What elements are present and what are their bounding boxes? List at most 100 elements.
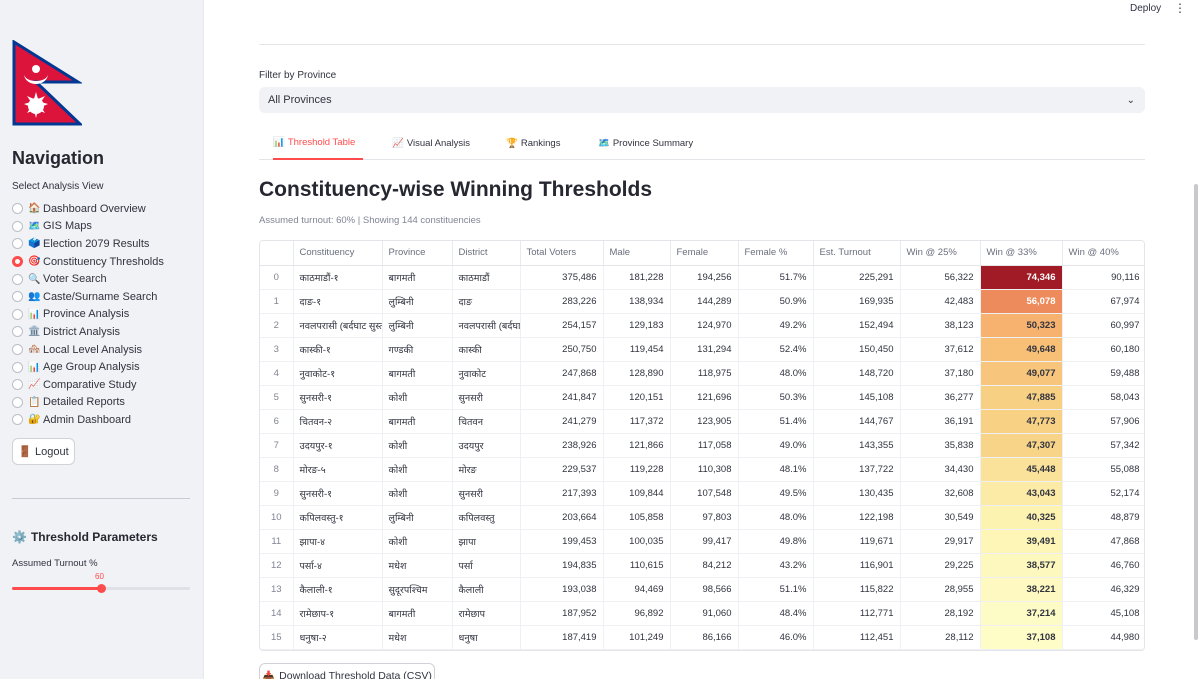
column-header[interactable]: Total Voters (520, 241, 604, 266)
sidebar-item-label: Constituency Thresholds (43, 255, 164, 268)
column-header[interactable] (260, 241, 294, 266)
sidebar-item-age-group-analysis[interactable]: 📊 Age Group Analysis (12, 358, 164, 376)
sidebar-item-label: Election 2079 Results (43, 237, 150, 250)
turnout-slider-thumb[interactable] (97, 584, 106, 593)
sidebar-item-voter-search[interactable]: 🔍 Voter Search (12, 270, 164, 288)
sidebar-item-label: Local Level Analysis (43, 343, 143, 356)
column-header[interactable]: Win @ 25% (900, 241, 981, 266)
sidebar-item-gis-maps[interactable]: 🗺️ GIS Maps (12, 218, 164, 236)
sidebar-item-icon: 🏘️ (28, 344, 41, 356)
table-cell: 74,346 (980, 265, 1063, 290)
column-header[interactable]: Province (382, 241, 453, 266)
sidebar-item-icon: 🔐 (28, 414, 41, 426)
column-header[interactable]: Female (670, 241, 739, 266)
table-cell: 144,289 (670, 289, 739, 314)
table-row[interactable]: 14 रामेछाप-१ बागमती रामेछाप 187,952 96,892 91,… (260, 601, 1144, 626)
table-row[interactable]: 7 उदयपुर-१ कोशी उदयपुर 238,926 121,866 117,058… (260, 433, 1144, 458)
sidebar-item-constituency-thresholds[interactable]: 🎯 Constituency Thresholds (12, 253, 164, 271)
sidebar-divider (12, 498, 190, 499)
tab-icon: 📈 (392, 137, 404, 149)
table-cell: नवलपरासी (बर्दघाट सुस्ता पूर्व) (452, 313, 521, 338)
column-header[interactable]: Win @ 40% (1062, 241, 1144, 266)
table-cell: 123,905 (670, 409, 739, 434)
sidebar-item-icon: 📈 (28, 379, 41, 391)
table-cell: 119,454 (603, 337, 671, 362)
sidebar-item-detailed-reports[interactable]: 📋 Detailed Reports (12, 394, 164, 412)
turnout-slider[interactable] (12, 584, 190, 593)
table-cell: 36,277 (900, 385, 981, 410)
table-cell: पर्सा (452, 553, 521, 578)
sidebar-item-comparative-study[interactable]: 📈 Comparative Study (12, 376, 164, 394)
sidebar-item-caste-surname-search[interactable]: 👥 Caste/Surname Search (12, 288, 164, 306)
table-cell: 49,077 (980, 361, 1063, 386)
deploy-button[interactable]: Deploy (1130, 3, 1161, 14)
tab-threshold-table[interactable]: 📊 Threshold Table (273, 126, 363, 160)
table-cell: 28,112 (900, 625, 981, 650)
table-cell: चितवन-२ (293, 409, 383, 434)
table-row[interactable]: 6 चितवन-२ बागमती चितवन 241,279 117,372 123,905… (260, 409, 1144, 434)
table-row[interactable]: 4 नुवाकोट-१ बागमती नुवाकोट 247,868 128,890 118… (260, 361, 1144, 386)
table-row[interactable]: 13 कैलाली-१ सुदूरपश्चिम कैलाली 193,038 94,469… (260, 577, 1144, 602)
turnout-slider-fill (12, 587, 101, 590)
table-cell: 35,838 (900, 433, 981, 458)
table-row[interactable]: 0 काठमाडौं-१ बागमती काठमाडौं 375,486 181,228 1… (260, 265, 1144, 290)
table-cell: 47,307 (980, 433, 1063, 458)
table-cell: धनुषा-२ (293, 625, 383, 650)
table-cell: 60,997 (1062, 313, 1144, 338)
table-row[interactable]: 12 पर्सा-४ मधेश पर्सा 194,835 110,615 84,212 43… (260, 553, 1144, 578)
page-scrollbar[interactable] (1194, 184, 1198, 640)
table-cell: 145,108 (813, 385, 901, 410)
table-cell: 29,225 (900, 553, 981, 578)
table-row[interactable]: 3 कास्की-१ गण्डकी कास्की 250,750 119,454 131,2… (260, 337, 1144, 362)
table-cell: 48.1% (738, 457, 814, 482)
table-row[interactable]: 15 धनुषा-२ मधेश धनुषा 187,419 101,249 86,166 46… (260, 625, 1144, 650)
table-row[interactable]: 10 कपिलवस्तु-१ लुम्बिनी कपिलवस्तु 203,664 105… (260, 505, 1144, 530)
table-row[interactable]: 2नवलपरासी (बर्दघाट सुस्ता पूर्व)-१लुम्बि… (260, 313, 1144, 338)
table-row[interactable]: 11 झापा-४ कोशी झापा 199,453 100,035 99,417 49.8… (260, 529, 1144, 554)
sidebar-item-local-level-analysis[interactable]: 🏘️ Local Level Analysis (12, 341, 164, 359)
column-header[interactable]: District (452, 241, 521, 266)
analysis-view-label: Select Analysis View (12, 181, 104, 192)
download-csv-button[interactable]: 📥 Download Threshold Data (CSV) (259, 663, 435, 679)
province-filter-select[interactable]: All Provinces ⌄ (259, 87, 1145, 113)
sidebar-item-election-2079-results[interactable]: 🗳️ Election 2079 Results (12, 235, 164, 253)
sidebar-item-admin-dashboard[interactable]: 🔐 Admin Dashboard (12, 411, 164, 429)
table-cell: 122,198 (813, 505, 901, 530)
table-cell: कैलाली (452, 577, 521, 602)
radio-button-icon (12, 308, 23, 320)
table-cell: 3 (260, 337, 294, 362)
tab-province-summary[interactable]: 🗺️ Province Summary (598, 126, 698, 160)
threshold-table[interactable]: Constituency Province District Total Voters… (259, 240, 1145, 651)
table-cell: कैलाली-१ (293, 577, 383, 602)
logout-button[interactable]: 🚪 Logout (12, 438, 75, 465)
table-cell: 40,325 (980, 505, 1063, 530)
column-header[interactable]: Win @ 33% (980, 241, 1063, 266)
table-row[interactable]: 8 मोरङ-५ कोशी मोरङ 229,537 119,228 110,308 48.1… (260, 457, 1144, 482)
column-header[interactable]: Est. Turnout (813, 241, 901, 266)
chevron-down-icon: ⌄ (1126, 94, 1135, 106)
table-cell: सुनसरी (452, 481, 521, 506)
table-row[interactable]: 5 सुनसरी-१ कोशी सुनसरी 241,847 120,151 121,696… (260, 385, 1144, 410)
kebab-menu-icon[interactable]: ⋮ (1174, 1, 1186, 15)
sidebar-item-label: Dashboard Overview (43, 202, 146, 215)
sidebar-item-district-analysis[interactable]: 🏛️ District Analysis (12, 323, 164, 341)
sidebar-item-icon: 📋 (28, 396, 41, 408)
tab-visual-analysis[interactable]: 📈 Visual Analysis (392, 126, 472, 160)
table-cell: 56,322 (900, 265, 981, 290)
column-header[interactable]: Male (603, 241, 671, 266)
sidebar-item-icon: 👥 (28, 291, 41, 303)
sidebar-item-icon: 🏛️ (28, 326, 41, 338)
table-cell: 241,279 (520, 409, 604, 434)
column-header[interactable]: Constituency (293, 241, 383, 266)
table-cell: चितवन (452, 409, 521, 434)
sidebar-item-dashboard-overview[interactable]: 🏠 Dashboard Overview (12, 200, 164, 218)
sidebar-item-province-analysis[interactable]: 📊 Province Analysis (12, 306, 164, 324)
sidebar-item-icon: 🏠 (28, 203, 41, 215)
column-header[interactable]: Female % (738, 241, 814, 266)
table-cell: 112,451 (813, 625, 901, 650)
tab-rankings[interactable]: 🏆 Rankings (506, 126, 566, 160)
table-row[interactable]: 9 सुनसरी-१ कोशी सुनसरी 217,393 109,844 107,548… (260, 481, 1144, 506)
table-cell: 10 (260, 505, 294, 530)
table-row[interactable]: 1 दाङ-१ लुम्बिनी दाङ 283,226 138,934 144,289 50… (260, 289, 1144, 314)
table-cell: 100,035 (603, 529, 671, 554)
